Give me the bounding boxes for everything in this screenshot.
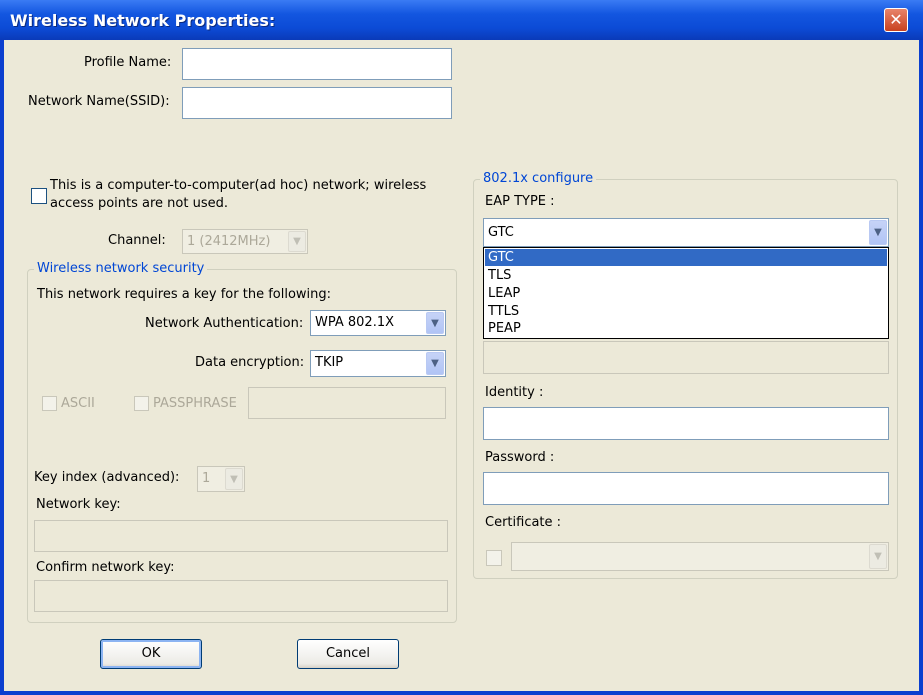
ascii-checkbox (42, 396, 57, 411)
certificate-checkbox (486, 550, 502, 566)
key-index-value: 1 (202, 471, 211, 486)
certificate-select: ▼ (511, 542, 889, 571)
eap-option-ttls[interactable]: TTLS (485, 303, 887, 320)
password-input[interactable] (483, 472, 889, 505)
eap-subtype-input (483, 341, 889, 374)
close-button[interactable]: ✕ (884, 8, 908, 32)
channel-label: Channel: (108, 233, 166, 248)
ssid-label: Network Name(SSID): (28, 94, 170, 109)
passphrase-checkbox (134, 396, 149, 411)
ssid-input[interactable] (182, 87, 452, 119)
password-label: Password : (485, 450, 555, 465)
eap-option-tls[interactable]: TLS (485, 267, 887, 284)
ascii-label: ASCII (61, 396, 95, 411)
passphrase-label: PASSPHRASE (153, 396, 237, 411)
window-title: Wireless Network Properties: (10, 11, 276, 30)
security-intro: This network requires a key for the foll… (37, 287, 332, 302)
encryption-select[interactable]: TKIP ▼ (310, 350, 446, 377)
chevron-down-icon: ▼ (225, 468, 243, 490)
chevron-down-icon: ▼ (288, 231, 306, 252)
encryption-value: TKIP (315, 355, 344, 370)
encryption-label: Data encryption: (195, 355, 305, 370)
eap-type-value: GTC (488, 225, 514, 240)
eap-option-gtc[interactable]: GTC (485, 249, 887, 266)
eap-type-select[interactable]: GTC ▼ (483, 218, 889, 247)
adhoc-label-line2: access points are not used. (50, 196, 228, 211)
chevron-down-icon[interactable]: ▼ (426, 352, 444, 375)
adhoc-checkbox[interactable] (31, 188, 47, 204)
network-key-input (34, 520, 448, 552)
title-bar[interactable]: Wireless Network Properties: ✕ (0, 0, 923, 40)
ok-button[interactable]: OK (100, 639, 202, 669)
certificate-label: Certificate : (485, 515, 562, 530)
dot1x-legend: 802.1x configure (480, 171, 597, 186)
dialog-client-area: Profile Name: Network Name(SSID): This i… (4, 40, 919, 691)
close-icon: ✕ (889, 10, 903, 29)
profile-name-input[interactable] (182, 48, 452, 80)
security-legend: Wireless network security (34, 261, 208, 276)
identity-label: Identity : (485, 385, 544, 400)
channel-value: 1 (2412MHz) (187, 234, 271, 249)
key-index-select: 1 ▼ (197, 466, 245, 492)
profile-name-label: Profile Name: (84, 55, 172, 70)
cancel-button[interactable]: Cancel (297, 639, 399, 669)
confirm-key-label: Confirm network key: (36, 560, 175, 575)
chevron-down-icon: ▼ (869, 544, 887, 569)
auth-select[interactable]: WPA 802.1X ▼ (310, 310, 446, 336)
passphrase-input (248, 387, 446, 419)
chevron-down-icon[interactable]: ▼ (869, 220, 887, 245)
eap-type-label: EAP TYPE : (485, 194, 555, 209)
auth-value: WPA 802.1X (315, 315, 395, 330)
network-key-label: Network key: (36, 497, 121, 512)
chevron-down-icon[interactable]: ▼ (426, 312, 444, 334)
key-index-label: Key index (advanced): (34, 470, 180, 485)
confirm-key-input (34, 580, 448, 612)
eap-type-dropdown-list: GTC TLS LEAP TTLS PEAP (483, 247, 889, 339)
channel-select: 1 (2412MHz) ▼ (182, 229, 308, 254)
adhoc-label-line1: This is a computer-to-computer(ad hoc) n… (50, 178, 427, 193)
eap-option-leap[interactable]: LEAP (485, 285, 887, 302)
auth-label: Network Authentication: (145, 316, 304, 331)
eap-option-peap[interactable]: PEAP (485, 320, 887, 337)
identity-input[interactable] (483, 407, 889, 440)
dialog-window: Wireless Network Properties: ✕ Profile N… (0, 0, 923, 695)
